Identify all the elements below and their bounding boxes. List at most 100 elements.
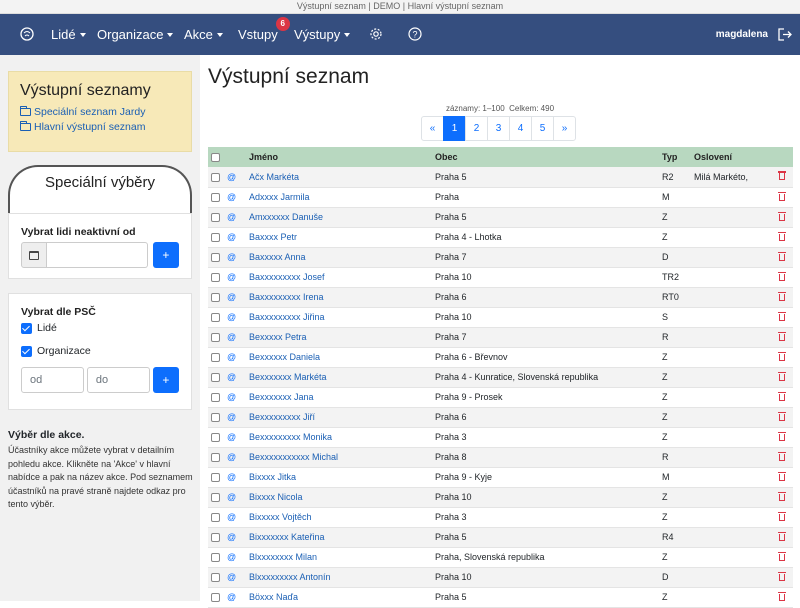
trash-icon[interactable] xyxy=(778,411,786,421)
trash-icon[interactable] xyxy=(778,231,786,241)
trash-icon[interactable] xyxy=(778,351,786,361)
nav-vstupy[interactable]: Vstupy 6 xyxy=(238,17,290,42)
person-name-link[interactable]: Amxxxxxx Danuše xyxy=(249,212,323,222)
row-checkbox[interactable] xyxy=(211,273,220,283)
trash-icon[interactable] xyxy=(778,371,786,381)
check-people[interactable]: Lidé xyxy=(21,322,179,334)
list-link-special[interactable]: Speciální seznam Jardy xyxy=(20,106,180,118)
row-checkbox[interactable] xyxy=(211,172,220,182)
email-icon[interactable]: @ xyxy=(227,232,236,242)
page-5[interactable]: 5 xyxy=(531,116,554,141)
person-name-link[interactable]: Bexxxxx Petra xyxy=(249,332,307,342)
trash-icon[interactable] xyxy=(778,291,786,301)
email-icon[interactable]: @ xyxy=(227,272,236,282)
col-name[interactable]: Jméno xyxy=(246,147,432,167)
inactive-date-input[interactable] xyxy=(47,242,148,268)
person-name-link[interactable]: Baxxxx Petr xyxy=(249,232,297,242)
person-name-link[interactable]: Baxxxxxxxxx Irena xyxy=(249,292,324,302)
email-icon[interactable]: @ xyxy=(227,292,236,302)
nav-vystupy[interactable]: Výstupy xyxy=(294,27,351,42)
row-checkbox[interactable] xyxy=(211,493,220,503)
email-icon[interactable]: @ xyxy=(227,332,236,342)
email-icon[interactable]: @ xyxy=(227,472,236,482)
trash-icon[interactable] xyxy=(778,311,786,321)
email-icon[interactable]: @ xyxy=(227,572,236,582)
row-checkbox[interactable] xyxy=(211,193,220,203)
email-icon[interactable]: @ xyxy=(227,532,236,542)
row-checkbox[interactable] xyxy=(211,433,220,443)
trash-icon[interactable] xyxy=(778,431,786,441)
trash-icon[interactable] xyxy=(778,531,786,541)
row-checkbox[interactable] xyxy=(211,313,220,323)
col-type[interactable]: Typ xyxy=(659,147,691,167)
question-circle-icon[interactable]: ? xyxy=(408,27,422,44)
person-name-link[interactable]: Bexxxxxxxxxxx Michal xyxy=(249,452,338,462)
trash-icon[interactable] xyxy=(778,271,786,281)
page-1[interactable]: 1 xyxy=(443,116,466,141)
page-4[interactable]: 4 xyxy=(509,116,532,141)
col-greeting[interactable]: Oslovení xyxy=(691,147,775,167)
person-name-link[interactable]: Bexxxxxxx Markéta xyxy=(249,372,327,382)
email-icon[interactable]: @ xyxy=(227,352,236,362)
calendar-icon[interactable] xyxy=(21,242,48,268)
trash-icon[interactable] xyxy=(778,551,786,561)
list-link-main[interactable]: Hlavní výstupní seznam xyxy=(20,121,180,133)
person-name-link[interactable]: Bexxxxxxxxx Monika xyxy=(249,432,332,442)
row-checkbox[interactable] xyxy=(211,453,220,463)
trash-icon[interactable] xyxy=(778,571,786,581)
email-icon[interactable]: @ xyxy=(227,512,236,522)
email-icon[interactable]: @ xyxy=(227,452,236,462)
trash-icon[interactable] xyxy=(778,251,786,261)
email-icon[interactable]: @ xyxy=(227,312,236,322)
page-2[interactable]: 2 xyxy=(465,116,488,141)
page-prev[interactable]: « xyxy=(421,116,444,141)
email-icon[interactable]: @ xyxy=(227,392,236,402)
page-next[interactable]: » xyxy=(553,116,576,141)
row-checkbox[interactable] xyxy=(211,233,220,243)
row-checkbox[interactable] xyxy=(211,393,220,403)
email-icon[interactable]: @ xyxy=(227,172,236,182)
row-checkbox[interactable] xyxy=(211,533,220,543)
email-icon[interactable]: @ xyxy=(227,252,236,262)
row-checkbox[interactable] xyxy=(211,573,220,583)
col-city[interactable]: Obec xyxy=(432,147,659,167)
trash-icon[interactable] xyxy=(778,471,786,481)
email-icon[interactable]: @ xyxy=(227,432,236,442)
person-name-link[interactable]: Baxxxxxxxxx Jiřina xyxy=(249,312,325,322)
trash-icon[interactable] xyxy=(778,331,786,341)
trash-icon[interactable] xyxy=(778,391,786,401)
row-checkbox[interactable] xyxy=(211,353,220,363)
row-checkbox[interactable] xyxy=(211,333,220,343)
trash-icon[interactable] xyxy=(778,511,786,521)
person-name-link[interactable]: Blxxxxxxxxx Antonín xyxy=(249,572,331,582)
row-checkbox[interactable] xyxy=(211,253,220,263)
person-name-link[interactable]: Bixxxxxxx Kateřina xyxy=(249,532,325,542)
trash-icon[interactable] xyxy=(778,591,786,601)
person-name-link[interactable]: Bexxxxxx Daniela xyxy=(249,352,320,362)
row-checkbox[interactable] xyxy=(211,293,220,303)
add-inactive-button[interactable]: + xyxy=(152,242,179,268)
gear-icon[interactable] xyxy=(369,27,383,44)
person-name-link[interactable]: Bixxxx Nicola xyxy=(249,492,303,502)
row-checkbox[interactable] xyxy=(211,413,220,423)
psc-from-input[interactable]: od xyxy=(21,367,84,393)
person-name-link[interactable]: Adxxxx Jarmila xyxy=(249,192,310,202)
psc-to-input[interactable]: do xyxy=(86,367,150,393)
trash-icon[interactable] xyxy=(778,491,786,501)
email-icon[interactable]: @ xyxy=(227,192,236,202)
user-name[interactable]: magdalena xyxy=(716,29,768,40)
select-all-checkbox[interactable] xyxy=(211,153,220,163)
email-icon[interactable]: @ xyxy=(227,212,236,222)
row-checkbox[interactable] xyxy=(211,213,220,223)
row-checkbox[interactable] xyxy=(211,513,220,523)
email-icon[interactable]: @ xyxy=(227,492,236,502)
nav-organizace[interactable]: Organizace xyxy=(97,27,174,42)
trash-icon[interactable] xyxy=(778,451,786,461)
page-3[interactable]: 3 xyxy=(487,116,510,141)
person-name-link[interactable]: Bixxxx Jitka xyxy=(249,472,296,482)
person-name-link[interactable]: Ačx Markéta xyxy=(249,172,299,182)
row-checkbox[interactable] xyxy=(211,473,220,483)
person-name-link[interactable]: Baxxxxxxxxx Josef xyxy=(249,272,325,282)
email-icon[interactable]: @ xyxy=(227,412,236,422)
person-name-link[interactable]: Bixxxxx Vojtěch xyxy=(249,512,312,522)
